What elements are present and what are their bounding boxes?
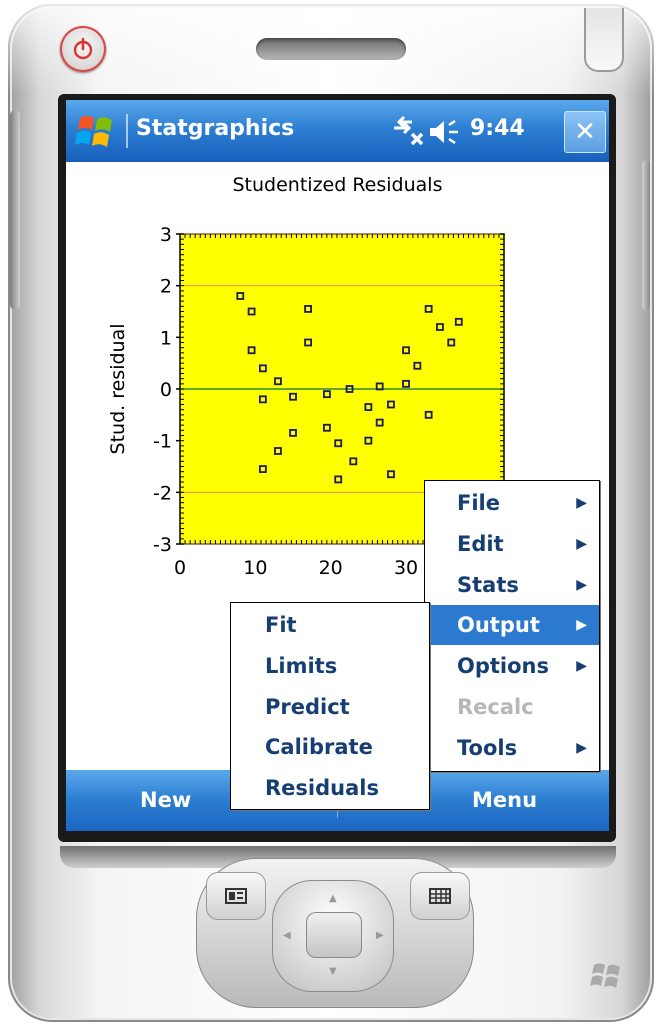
y-tick-label: 2 xyxy=(160,276,172,298)
submenu-arrow-icon: ▶ xyxy=(576,658,587,675)
x-tick-label: 0 xyxy=(174,557,186,579)
menu-item-label: Stats xyxy=(457,572,519,597)
clock[interactable]: 9:44 xyxy=(470,116,525,141)
y-tick-label: 1 xyxy=(160,327,172,349)
x-tick-label: 20 xyxy=(319,557,343,579)
left-softkey-hardware-button[interactable] xyxy=(206,872,266,920)
x-tick-label: 30 xyxy=(394,557,418,579)
side-grip-left xyxy=(10,110,20,310)
calendar-icon xyxy=(429,888,451,904)
menu-item-label: Recalc xyxy=(457,695,534,719)
main-menu: File ▶ Edit ▶ Stats ▶ Output ▶ Options ▶ Recalc Too… xyxy=(424,480,600,772)
submenu-item-label: Calibrate xyxy=(265,735,373,760)
menu-item-label: File xyxy=(457,491,500,515)
submenu-item-fit[interactable]: Fit xyxy=(231,605,429,645)
windows-flag-icon[interactable] xyxy=(74,112,120,152)
menu-item-label: Tools xyxy=(457,735,518,760)
connectivity-icon[interactable] xyxy=(390,116,426,148)
right-softkey-hardware-button[interactable] xyxy=(410,872,470,920)
menu-item-output[interactable]: Output ▶ xyxy=(425,605,599,646)
power-icon xyxy=(73,37,93,60)
submenu-item-predict[interactable]: Predict xyxy=(231,687,429,727)
submenu-arrow-icon: ▶ xyxy=(576,535,587,552)
y-tick-label: 0 xyxy=(160,379,172,401)
dpad-right-arrow: ▶ xyxy=(376,930,384,941)
y-tick-label: -2 xyxy=(153,482,172,504)
dpad-action-button[interactable] xyxy=(306,912,362,958)
output-submenu: Fit Limits Predict Calibrate Residuals xyxy=(230,602,430,810)
menu-item-stats[interactable]: Stats ▶ xyxy=(425,565,599,605)
submenu-item-residuals[interactable]: Residuals xyxy=(231,768,429,808)
submenu-item-label: Fit xyxy=(265,613,297,637)
submenu-item-label: Predict xyxy=(265,694,350,719)
submenu-item-calibrate[interactable]: Calibrate xyxy=(231,727,429,767)
menu-item-file[interactable]: File ▶ xyxy=(425,483,599,523)
app-title: Statgraphics xyxy=(136,116,295,141)
menu-item-options[interactable]: Options ▶ xyxy=(425,646,599,686)
y-tick-label: -3 xyxy=(153,534,172,556)
dpad-down-arrow: ▼ xyxy=(329,966,337,977)
speaker-icon[interactable] xyxy=(428,118,464,146)
menu-item-tools[interactable]: Tools ▶ xyxy=(425,728,599,768)
power-button[interactable] xyxy=(60,26,106,72)
y-axis-label: Stud. residual xyxy=(107,324,129,455)
close-button[interactable]: ✕ xyxy=(564,111,606,153)
screen: Statgraphics 9:44 ✕ Studentized Residual… xyxy=(66,100,609,831)
windows-logo-badge xyxy=(590,963,620,988)
x-tick-label: 10 xyxy=(243,557,267,579)
submenu-arrow-icon: ▶ xyxy=(576,576,587,593)
menu-item-edit[interactable]: Edit ▶ xyxy=(425,524,599,564)
menu-item-recalc: Recalc xyxy=(425,687,599,727)
title-separator xyxy=(126,114,128,148)
y-tick-label: 3 xyxy=(160,224,172,246)
new-softkey[interactable]: New xyxy=(140,788,191,812)
submenu-item-label: Residuals xyxy=(265,776,379,801)
dpad-up-arrow: ▲ xyxy=(329,893,337,904)
menu-item-label: Edit xyxy=(457,531,504,556)
submenu-item-label: Limits xyxy=(265,653,338,678)
submenu-arrow-icon: ▶ xyxy=(576,495,587,511)
submenu-arrow-icon: ▶ xyxy=(576,739,587,756)
stylus-slot xyxy=(584,8,624,72)
side-grip-right xyxy=(642,160,650,310)
submenu-arrow-icon: ▶ xyxy=(576,617,587,634)
y-tick-label: -1 xyxy=(153,431,172,453)
menu-item-label: Options xyxy=(457,654,549,679)
speaker-grille xyxy=(256,38,406,60)
menu-softkey[interactable]: Menu xyxy=(472,788,537,812)
dpad-left-arrow: ◀ xyxy=(283,930,291,941)
menu-item-label: Output xyxy=(457,613,540,638)
contacts-icon xyxy=(225,888,247,904)
submenu-item-limits[interactable]: Limits xyxy=(231,646,429,686)
title-bar: Statgraphics 9:44 ✕ xyxy=(66,100,609,162)
